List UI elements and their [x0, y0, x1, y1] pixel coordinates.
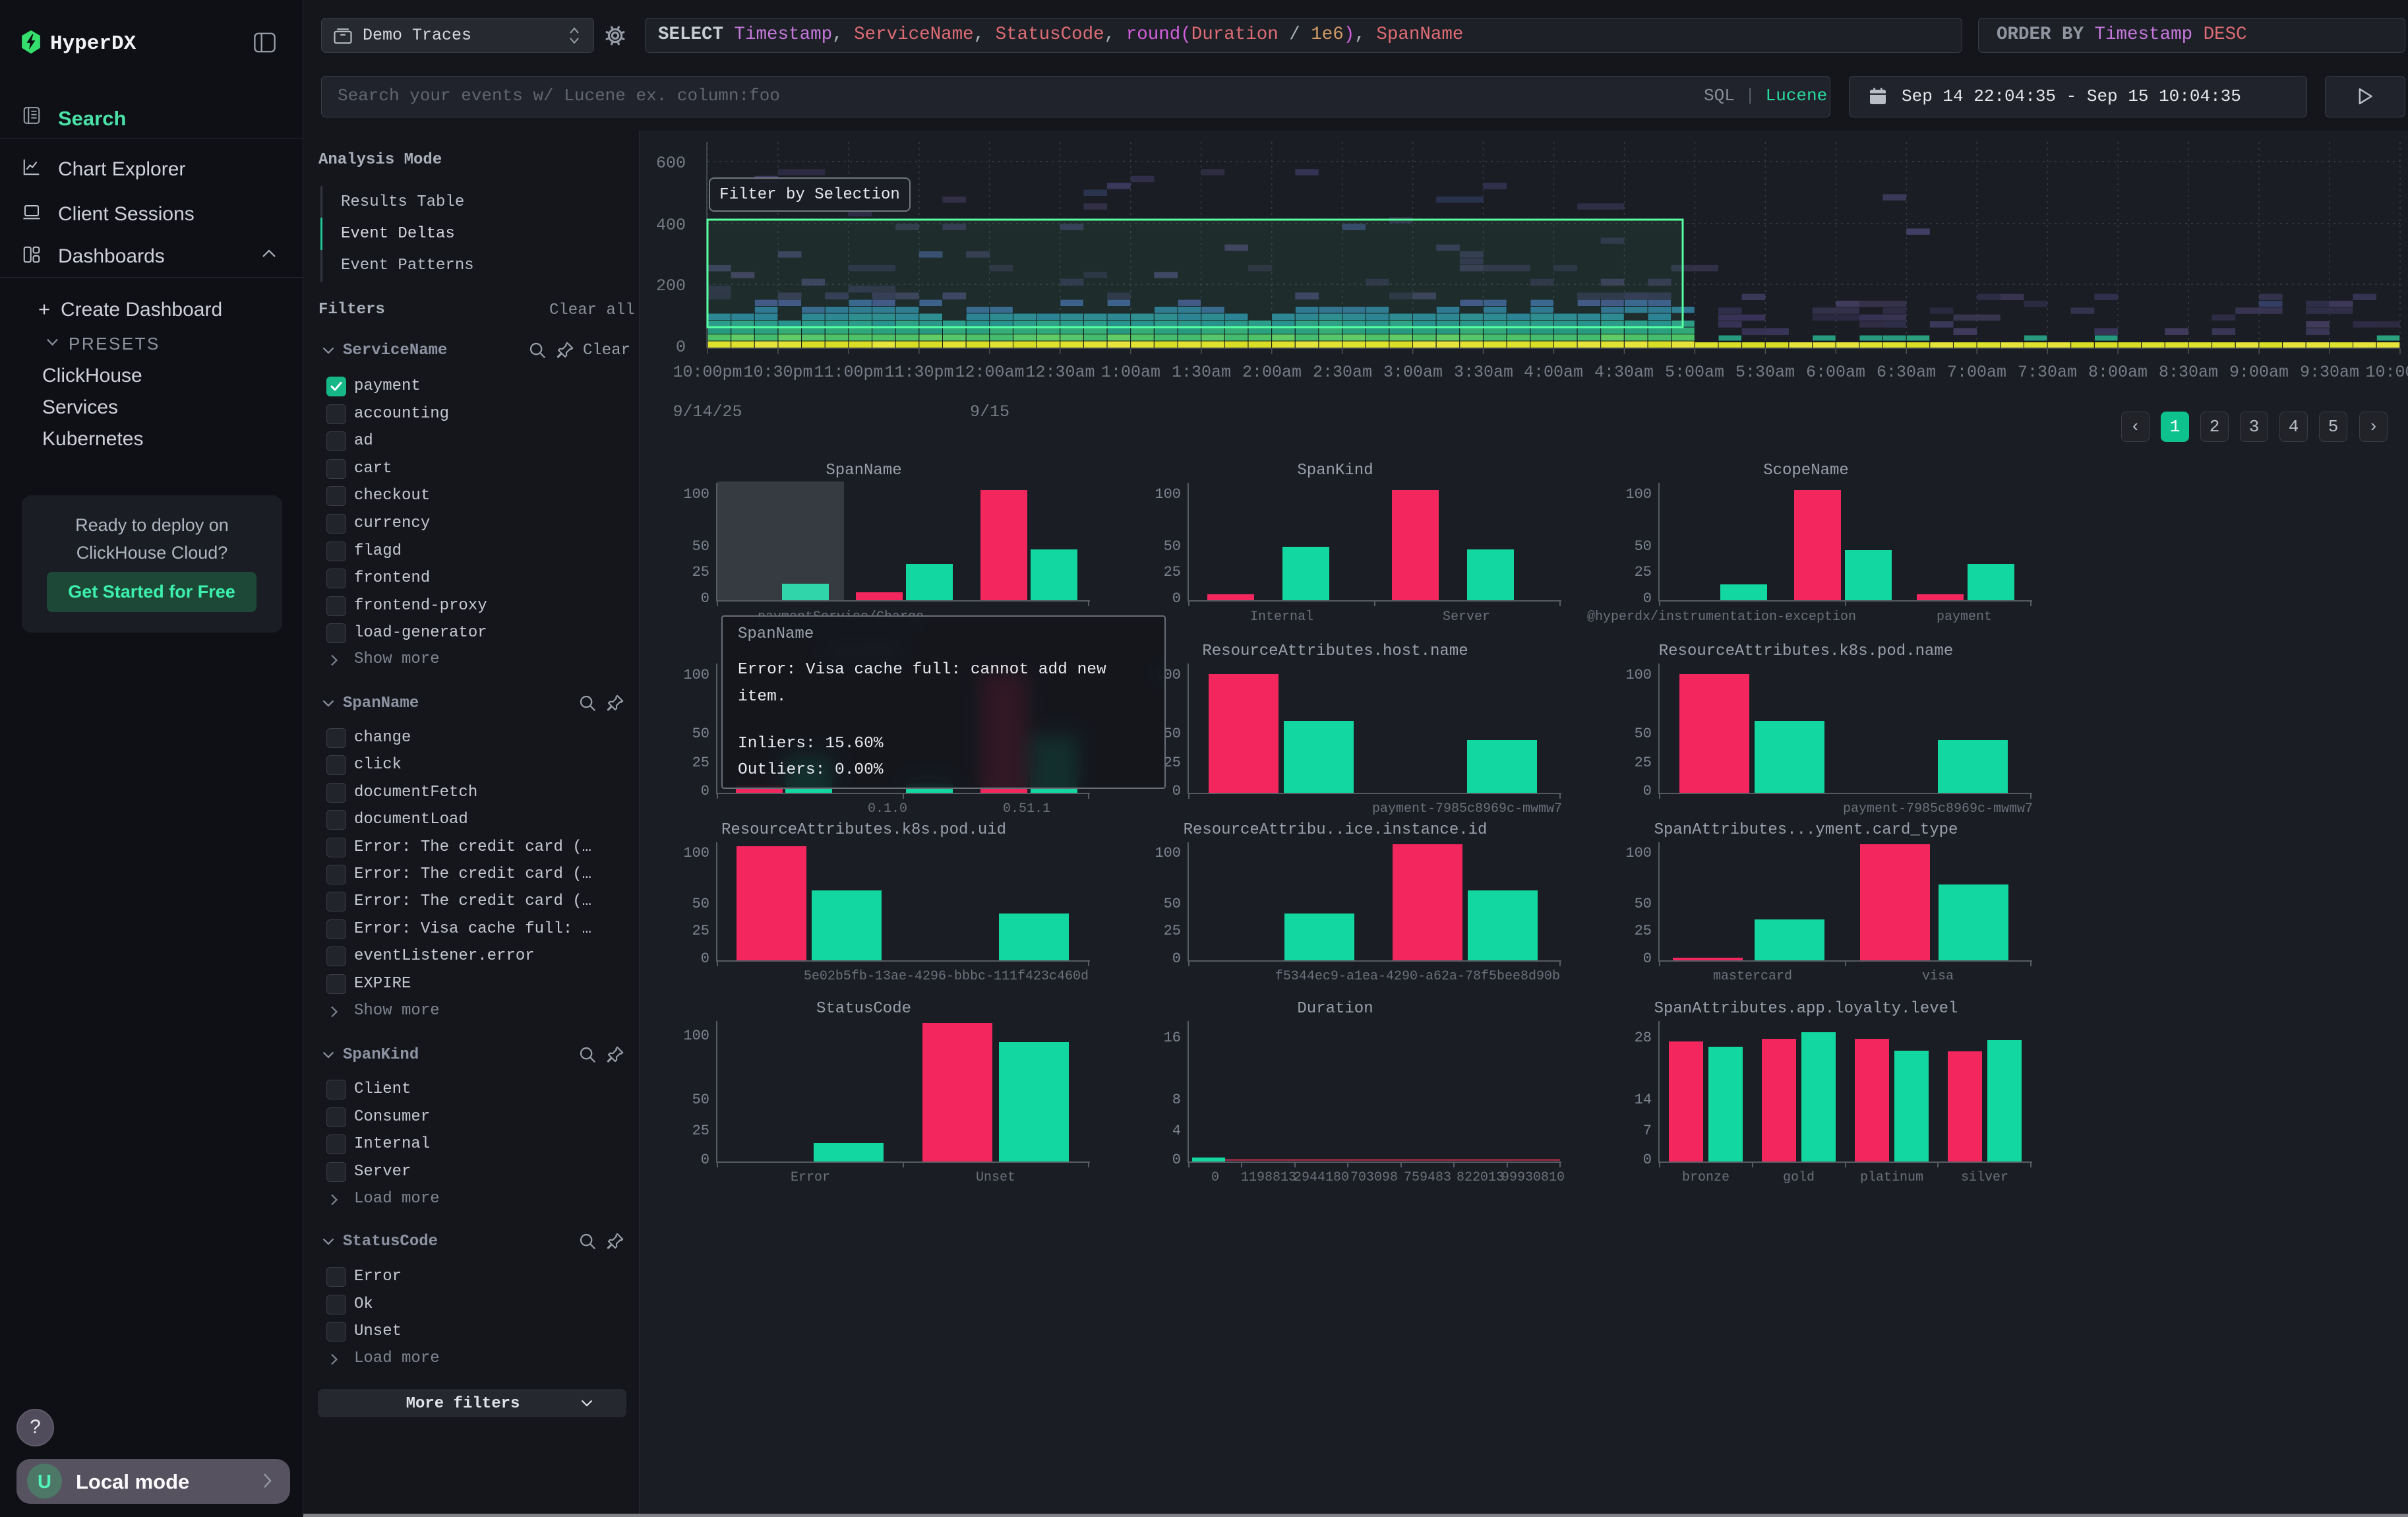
svg-text:9/15: 9/15 — [970, 402, 1009, 421]
svg-text:4:00am: 4:00am — [1524, 363, 1583, 382]
svg-text:5:00am: 5:00am — [1665, 363, 1724, 382]
svg-text:8:30am: 8:30am — [2159, 363, 2218, 382]
svg-text:10:00am: 10:00am — [2365, 363, 2408, 382]
svg-text:12:00am: 12:00am — [955, 363, 1024, 382]
svg-text:200: 200 — [656, 276, 686, 295]
svg-text:1:00am: 1:00am — [1101, 363, 1160, 382]
svg-text:9:00am: 9:00am — [2229, 363, 2289, 382]
svg-text:2:30am: 2:30am — [1313, 363, 1372, 382]
svg-text:7:00am: 7:00am — [1947, 363, 2006, 382]
svg-text:12:30am: 12:30am — [1025, 363, 1095, 382]
svg-text:400: 400 — [656, 216, 686, 235]
svg-text:9:30am: 9:30am — [2300, 363, 2359, 382]
svg-text:5:30am: 5:30am — [1735, 363, 1795, 382]
svg-text:11:30pm: 11:30pm — [884, 363, 953, 382]
svg-text:600: 600 — [656, 154, 686, 173]
svg-text:3:00am: 3:00am — [1383, 363, 1443, 382]
svg-text:10:30pm: 10:30pm — [743, 363, 812, 382]
svg-text:6:00am: 6:00am — [1806, 363, 1865, 382]
svg-text:4:30am: 4:30am — [1594, 363, 1654, 382]
svg-text:6:30am: 6:30am — [1877, 363, 1936, 382]
svg-text:10:00pm: 10:00pm — [673, 363, 742, 382]
svg-text:0: 0 — [676, 338, 686, 357]
svg-text:11:00pm: 11:00pm — [814, 363, 883, 382]
svg-text:9/14/25: 9/14/25 — [673, 402, 742, 421]
svg-text:1:30am: 1:30am — [1172, 363, 1231, 382]
svg-text:8:00am: 8:00am — [2088, 363, 2148, 382]
svg-text:7:30am: 7:30am — [2018, 363, 2077, 382]
svg-text:3:30am: 3:30am — [1454, 363, 1513, 382]
svg-text:2:00am: 2:00am — [1242, 363, 1302, 382]
